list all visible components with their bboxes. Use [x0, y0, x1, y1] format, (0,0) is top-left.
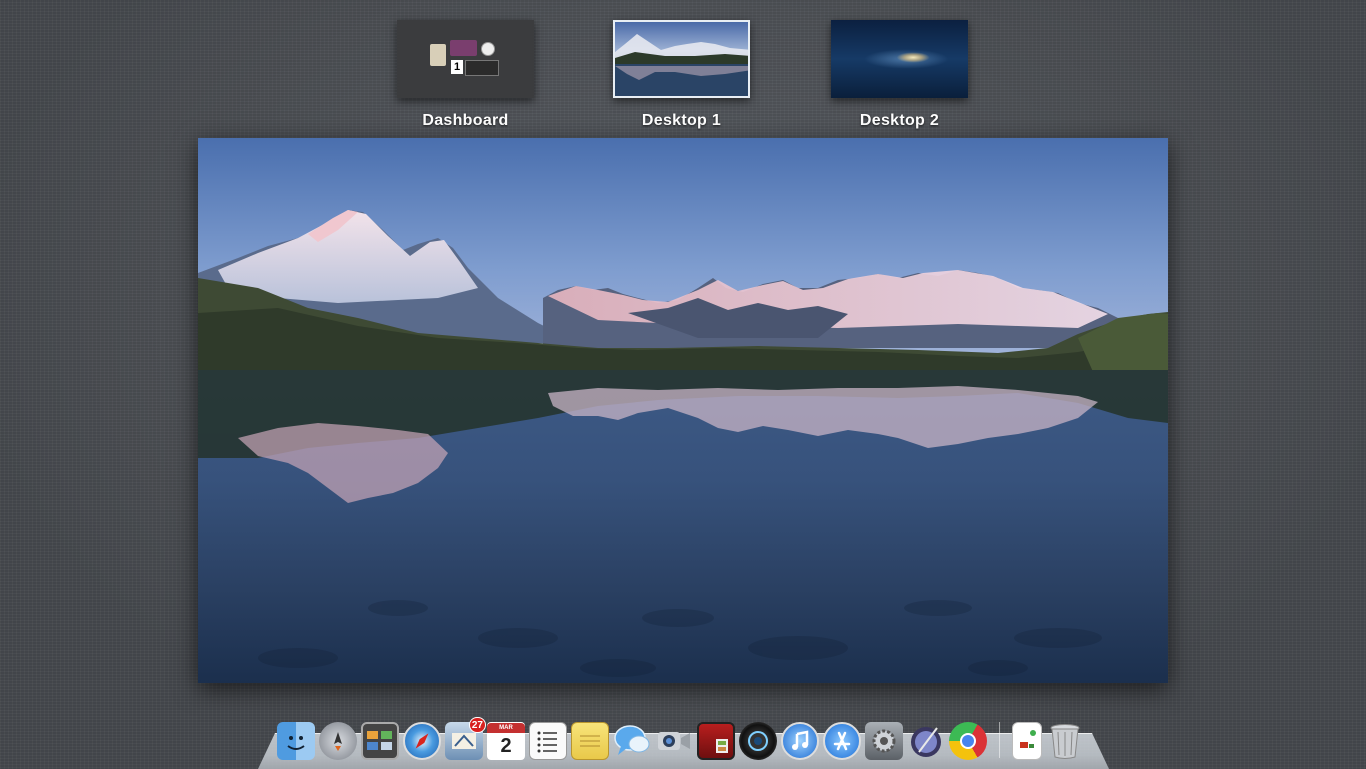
calendar-grid-widget-icon: [465, 60, 499, 76]
trash-icon[interactable]: [1046, 722, 1084, 760]
space-label-dashboard: Dashboard: [422, 112, 509, 129]
notes-icon[interactable]: [571, 722, 609, 760]
date-widget: 1: [451, 60, 463, 74]
messages-icon[interactable]: [613, 722, 651, 760]
mail-icon[interactable]: 27: [445, 717, 486, 760]
calendar-month: MAR: [487, 723, 525, 733]
dock-separator: [999, 722, 1000, 758]
facetime-icon[interactable]: [655, 722, 693, 760]
system-preferences-icon[interactable]: [865, 722, 903, 760]
itunes-icon[interactable]: [781, 722, 819, 760]
mountain-lake-wallpaper: [198, 138, 1168, 683]
chrome-icon[interactable]: [949, 722, 987, 760]
mail-unread-badge: 27: [468, 717, 486, 733]
desktop-preview[interactable]: [198, 138, 1168, 683]
calendar-day: 2: [500, 735, 512, 757]
calendar-icon[interactable]: MAR 2: [487, 722, 525, 760]
calendar-widget-icon: [450, 40, 477, 56]
aperture-icon[interactable]: [739, 722, 777, 760]
reminders-icon[interactable]: [529, 722, 567, 760]
calculator-widget-icon: [430, 44, 446, 66]
dashboard-thumbnail[interactable]: 1: [397, 20, 534, 98]
desktop-1-thumbnail[interactable]: [613, 20, 750, 98]
photo-booth-icon[interactable]: [697, 722, 735, 760]
finder-icon[interactable]: [277, 722, 315, 760]
space-desktop-1[interactable]: Desktop 1: [613, 20, 750, 130]
space-dashboard[interactable]: 1 Dashboard: [397, 20, 534, 130]
preview-icon[interactable]: [907, 722, 945, 760]
dock: 27 MAR 2: [277, 716, 1084, 760]
desktop-1-wallpaper-icon: [615, 34, 748, 96]
clock-widget-icon: [481, 42, 495, 56]
space-label-desktop-1: Desktop 1: [641, 112, 722, 129]
space-desktop-2[interactable]: Desktop 2: [831, 20, 968, 130]
safari-icon[interactable]: [403, 722, 441, 760]
launchpad-icon[interactable]: [319, 722, 357, 760]
app-store-icon[interactable]: [823, 722, 861, 760]
desktop-2-thumbnail[interactable]: [831, 20, 968, 98]
space-label-desktop-2: Desktop 2: [859, 112, 940, 129]
documents-stack-icon[interactable]: [1012, 722, 1042, 760]
mission-control-icon[interactable]: [361, 722, 399, 760]
